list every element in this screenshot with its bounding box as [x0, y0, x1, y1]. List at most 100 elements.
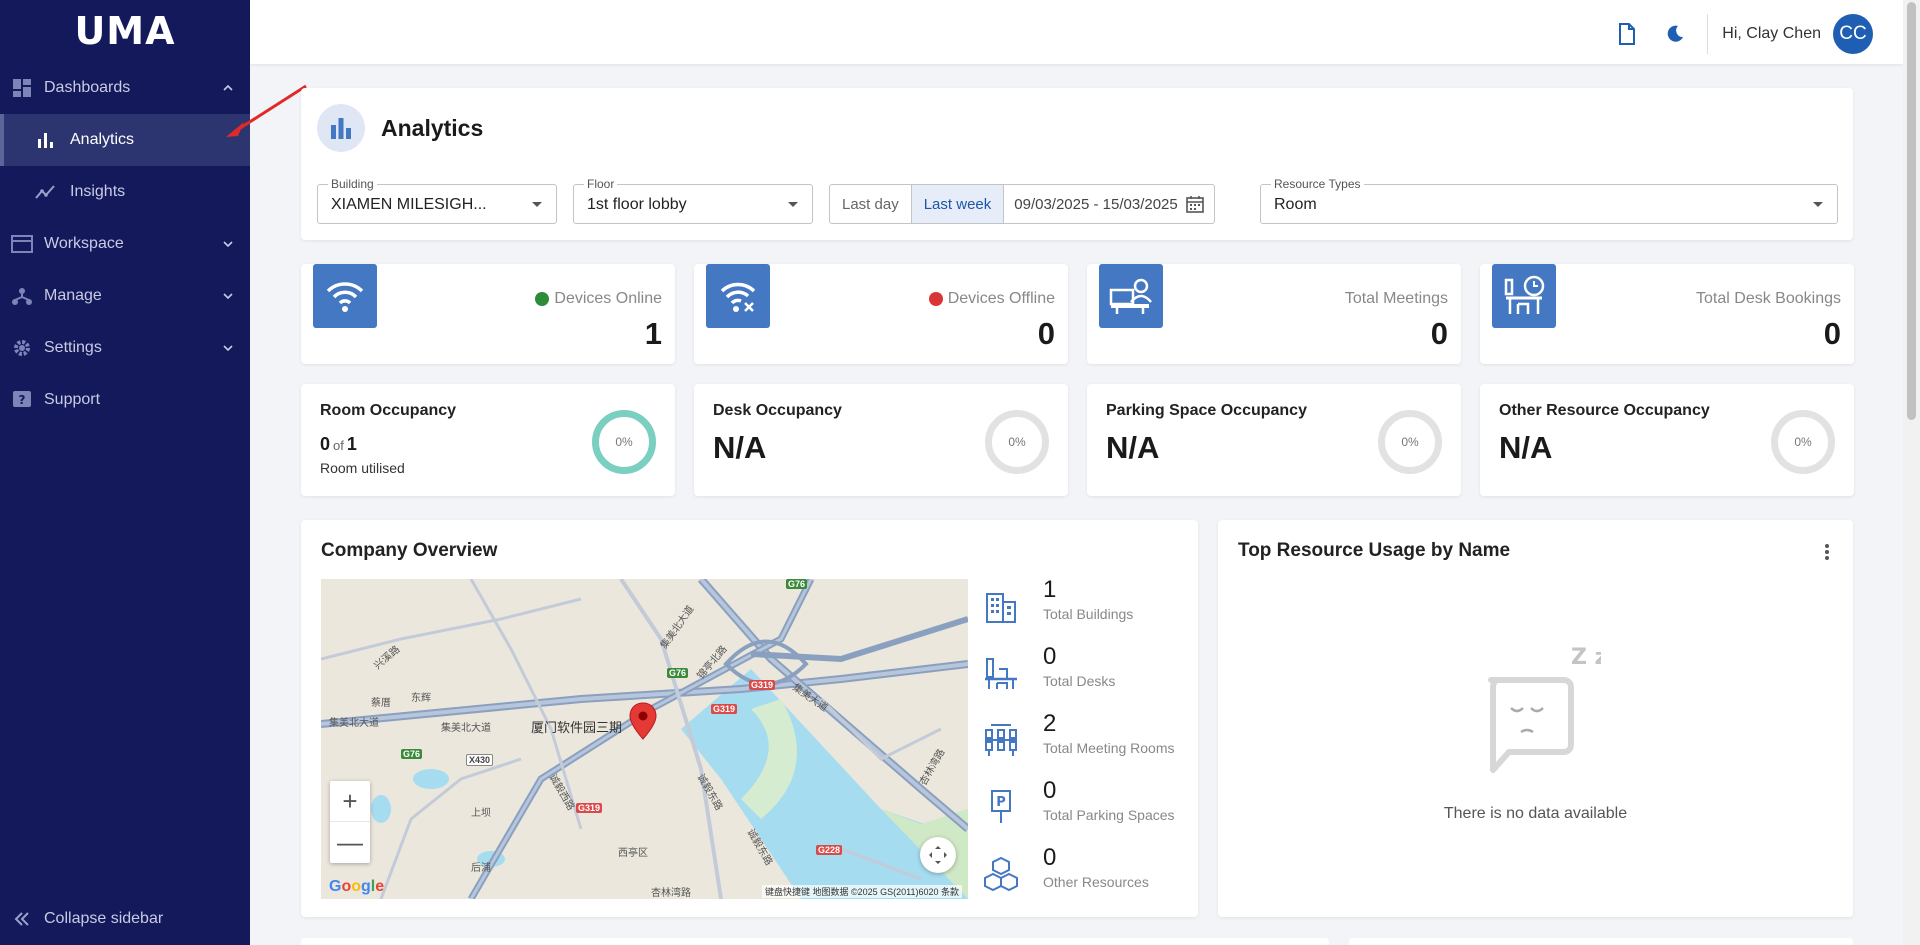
occupancy-subtitle: Room utilised [320, 460, 405, 476]
sidebar-item-support[interactable]: ? Support [0, 374, 250, 426]
period-selector: Last day Last week 09/03/2025 - 15/03/20… [829, 184, 1215, 224]
caret-down-icon [1813, 202, 1823, 207]
stat-label: Devices Online [554, 290, 662, 307]
next-card-right [1349, 938, 1853, 945]
parking-icon: P [981, 787, 1021, 827]
building-icon [981, 586, 1021, 626]
caret-down-icon [532, 202, 542, 207]
chevron-down-icon [223, 345, 233, 352]
sidebar-item-label: Analytics [70, 131, 135, 148]
page-title: Analytics [381, 114, 484, 141]
page-scrollbar[interactable] [1903, 0, 1920, 945]
sidebar-item-label: Insights [70, 183, 126, 200]
period-last-week-button[interactable]: Last week [911, 185, 1005, 223]
list-item: 2 Total Meeting Rooms [981, 710, 1191, 777]
sidebar-item-label: Manage [44, 287, 102, 304]
document-icon[interactable] [1609, 16, 1645, 52]
svg-text:P: P [996, 795, 1006, 810]
occupancy-card-desk: Desk Occupancy N/A 0% [694, 384, 1068, 496]
sidebar-item-manage[interactable]: Manage [0, 270, 250, 322]
occupancy-value: N/A [713, 430, 767, 465]
stat-card-total-desk-bookings: Total Desk Bookings 0 [1480, 264, 1854, 364]
occupancy-card-parking: Parking Space Occupancy N/A 0% [1087, 384, 1461, 496]
stat-label: Devices Offline [947, 290, 1055, 307]
divider [1707, 14, 1709, 54]
double-chevron-left-icon [10, 911, 34, 927]
empty-message: There is no data available [1443, 805, 1628, 822]
date-range-value: 09/03/2025 - 15/03/2025 [1014, 195, 1178, 213]
analytics-filter-card: Analytics Building XIAMEN MILESIGH... Fl… [301, 88, 1853, 240]
occupancy-title: Other Resource Occupancy [1499, 402, 1710, 419]
collapse-sidebar-label: Collapse sidebar [44, 910, 164, 927]
meeting-room-icon [981, 720, 1021, 760]
map[interactable]: 兴溪路 集美北大道 集美北大道 集美北大道 集美大道 锦亭北路 诚毅西路 诚毅东… [321, 579, 968, 899]
trend-icon [34, 180, 58, 204]
period-last-day-button[interactable]: Last day [830, 185, 912, 223]
empty-state: Z z [1218, 640, 1853, 785]
map-place-label: 厦门软件园三期 [531, 720, 623, 735]
occupancy-title: Desk Occupancy [713, 402, 842, 419]
occupancy-card-room: Room Occupancy 0 of 1 Room utilised 0% [301, 384, 675, 496]
sidebar-item-label: Workspace [44, 235, 124, 252]
calendar-icon [1185, 196, 1204, 213]
sidebar-item-workspace[interactable]: Workspace [0, 218, 250, 270]
stat-card-devices-offline: Devices Offline 0 [694, 264, 1068, 364]
floor-select[interactable]: Floor 1st floor lobby [573, 177, 813, 224]
occupancy-ring: 0% [1771, 410, 1835, 474]
cubes-icon [981, 854, 1021, 894]
building-select[interactable]: Building XIAMEN MILESIGH... [317, 177, 557, 224]
stat-value: 1 [644, 316, 662, 351]
resource-types-select[interactable]: Resource Types Room [1260, 177, 1838, 224]
occupancy-fraction: 0 of 1 [320, 434, 357, 454]
date-range-picker[interactable]: 09/03/2025 - 15/03/2025 [1004, 185, 1213, 223]
occupancy-ring: 0% [985, 410, 1049, 474]
stat-label: Total Meetings [1344, 290, 1448, 307]
collapse-sidebar-button[interactable]: Collapse sidebar [0, 893, 250, 945]
user-greeting: Hi, Clay Chen [1722, 25, 1821, 42]
uma-logo[interactable]: UMA [0, 0, 250, 62]
occupancy-ring: 0% [1378, 410, 1442, 474]
occupancy-value: N/A [1106, 430, 1160, 465]
zoom-out-button[interactable]: — [330, 822, 370, 863]
stat-card-total-meetings: Total Meetings 0 [1087, 264, 1461, 364]
wifi-icon [313, 264, 377, 328]
expand-icon [929, 846, 947, 864]
sidebar-item-analytics[interactable]: Analytics [0, 114, 250, 166]
occupancy-card-other: Other Resource Occupancy N/A 0% [1480, 384, 1854, 496]
more-options-icon[interactable] [1817, 540, 1837, 564]
avatar[interactable]: CC [1833, 14, 1873, 54]
occupancy-title: Parking Space Occupancy [1106, 402, 1307, 419]
status-dot-online [535, 292, 550, 306]
dashboard-icon [10, 76, 34, 100]
map-fullscreen-button[interactable] [920, 837, 956, 873]
top-resource-usage-card: Top Resource Usage by Name Z z There is … [1218, 520, 1853, 917]
occupancy-title: Room Occupancy [320, 402, 457, 419]
sidebar: UMA Dashboards Analytics Insights Worksp… [0, 0, 250, 945]
occupancy-value: N/A [1499, 430, 1553, 465]
desk-icon [981, 653, 1021, 693]
dark-mode-icon[interactable] [1657, 16, 1693, 52]
zoom-in-button[interactable]: + [330, 781, 370, 822]
hierarchy-icon [10, 284, 34, 308]
gear-icon [10, 336, 34, 360]
company-overview-card: Company Overview 兴溪路 集美北大道 集美北大道 集美北大道 集… [301, 520, 1198, 917]
map-marker-icon[interactable] [628, 701, 658, 741]
sidebar-item-settings[interactable]: Settings [0, 322, 250, 374]
occupancy-ring: 0% [592, 410, 656, 474]
caret-down-icon [788, 202, 798, 207]
map-attribution[interactable]: 键盘快捷键 地图数据 ©2025 GS(2011)6020 条款 [761, 885, 962, 898]
meeting-icon [1099, 264, 1163, 328]
card-title: Company Overview [321, 540, 498, 561]
sidebar-item-insights[interactable]: Insights [0, 166, 250, 218]
google-logo: Google [329, 878, 385, 895]
sidebar-item-dashboards[interactable]: Dashboards [0, 62, 250, 114]
list-item: 0 Total Desks [981, 643, 1191, 710]
map-zoom-control: + — [330, 781, 370, 863]
status-dot-offline [928, 292, 943, 306]
svg-text:?: ? [19, 393, 26, 407]
window-icon [10, 232, 34, 256]
card-title: Top Resource Usage by Name [1238, 540, 1511, 561]
sidebar-item-label: Dashboards [44, 79, 131, 96]
stat-value: 0 [1823, 316, 1841, 351]
sidebar-item-label: Settings [44, 339, 102, 356]
